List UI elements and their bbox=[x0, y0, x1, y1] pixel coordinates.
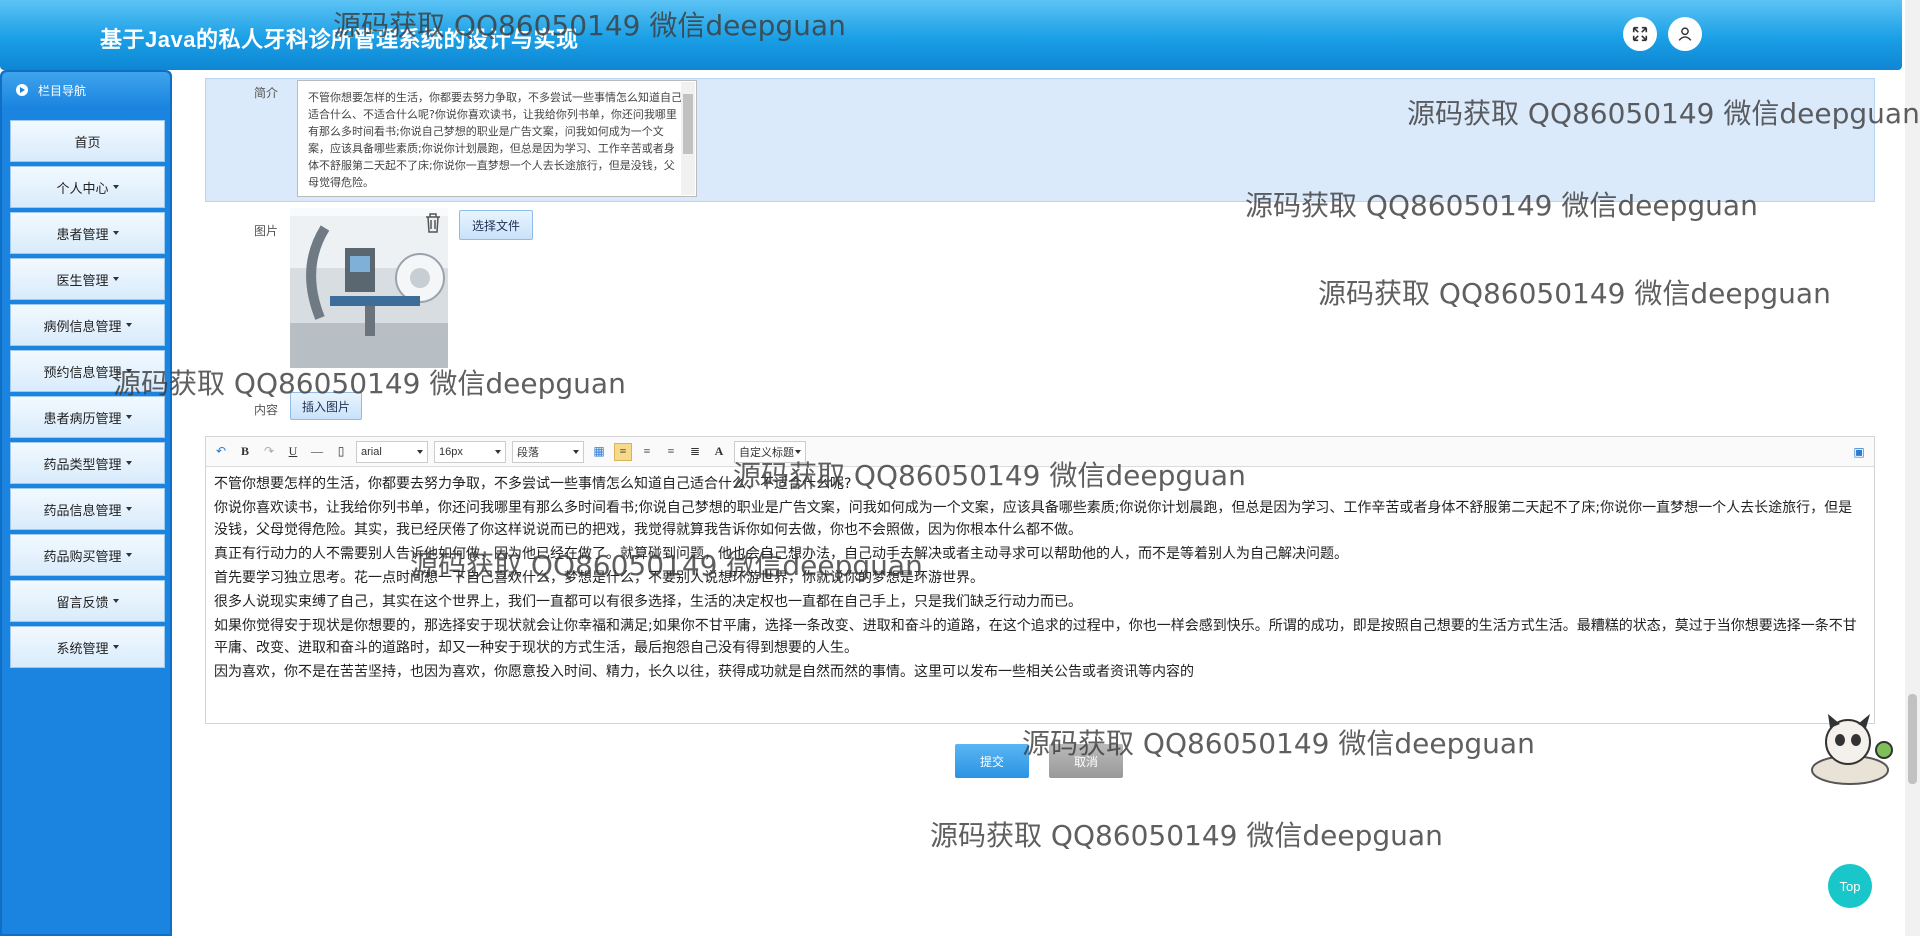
sidebar-item-drug-type-mgmt[interactable]: 药品类型管理 bbox=[10, 442, 165, 484]
app-title: 基于Java的私人牙科诊所管理系统的设计与实现 bbox=[100, 27, 579, 52]
intro-text: 不管你想要怎样的生活，你都要去努力争取，不多尝试一些事情怎么知道自己适合什么、不… bbox=[308, 91, 682, 189]
dropdown-arrow-icon bbox=[795, 449, 801, 454]
sidebar-item-drug-info-mgmt[interactable]: 药品信息管理 bbox=[10, 488, 165, 530]
caret-down-icon bbox=[112, 599, 119, 603]
delete-image-icon[interactable] bbox=[424, 212, 442, 234]
textarea-scrollbar[interactable] bbox=[681, 82, 695, 195]
editor-content[interactable]: 不管你想要怎样的生活，你都要去努力争取，不多尝试一些事情怎么知道自己适合什么、不… bbox=[206, 467, 1874, 691]
sidebar-item-patient-mgmt[interactable]: 患者管理 bbox=[10, 212, 165, 254]
paste-icon[interactable]: ▯ bbox=[332, 443, 350, 461]
sidebar-item-label: 药品信息管理 bbox=[43, 502, 122, 518]
sidebar-item-feedback[interactable]: 留言反馈 bbox=[10, 580, 165, 622]
intro-label: 简介 bbox=[254, 86, 279, 100]
sidebar-item-label: 药品类型管理 bbox=[43, 456, 122, 472]
sidebar-item-system-mgmt[interactable]: 系统管理 bbox=[10, 626, 165, 668]
back-to-top-button[interactable]: Top bbox=[1828, 864, 1872, 908]
align-center-icon[interactable]: ≡ bbox=[638, 443, 656, 461]
sidebar-item-label: 病例信息管理 bbox=[43, 318, 122, 334]
fullscreen-editor-icon[interactable]: ▣ bbox=[1850, 443, 1868, 461]
paragraph-value: 段落 bbox=[517, 446, 539, 459]
sidebar-item-label: 系统管理 bbox=[56, 640, 109, 656]
caret-down-icon bbox=[112, 185, 119, 189]
scrollbar-thumb[interactable] bbox=[683, 94, 693, 154]
caret-down-icon bbox=[112, 231, 119, 235]
page-scrollbar-thumb[interactable] bbox=[1908, 694, 1917, 784]
expand-icon bbox=[1632, 26, 1648, 42]
sidebar-item-label: 首页 bbox=[74, 134, 101, 150]
paragraph-select[interactable]: 段落 bbox=[512, 440, 584, 463]
app-header: 基于Java的私人牙科诊所管理系统的设计与实现 bbox=[0, 0, 1902, 70]
nav-arrow-icon bbox=[16, 84, 28, 96]
caret-down-icon bbox=[125, 507, 132, 511]
watermark: 源码获取 QQ86050149 微信deepguan bbox=[1318, 277, 1831, 310]
cancel-button[interactable]: 取消 bbox=[1049, 744, 1123, 778]
editor-toolbar: ↶ B ↷ U — ▯ arial 16px 段落 ▦ ≡ ≡ ≡ ≣ A 自定… bbox=[206, 437, 1874, 467]
watermark: 源码获取 QQ86050149 微信deepguan bbox=[113, 367, 626, 400]
sidebar-item-personal-center[interactable]: 个人中心 bbox=[10, 166, 165, 208]
sidebar-item-label: 患者病历管理 bbox=[43, 410, 122, 426]
sidebar-item-case-mgmt[interactable]: 病例信息管理 bbox=[10, 304, 165, 346]
custom-title-select[interactable]: 自定义标题 bbox=[734, 440, 806, 463]
font-family-value: arial bbox=[361, 445, 382, 458]
sidebar-item-doctor-mgmt[interactable]: 医生管理 bbox=[10, 258, 165, 300]
caret-down-icon bbox=[125, 415, 132, 419]
sidebar-item-label: 药品购买管理 bbox=[43, 548, 122, 564]
sidebar-item-label: 患者管理 bbox=[56, 226, 109, 242]
sidebar-item-label: 个人中心 bbox=[56, 180, 109, 196]
caret-down-icon bbox=[112, 645, 119, 649]
font-color-icon[interactable]: A bbox=[710, 443, 728, 461]
sidebar-heading: 栏目导航 bbox=[38, 83, 87, 98]
editor-paragraph: 真正有行动力的人不需要别人告诉他如何做，因为他已经在做了。就算碰到问题，他也会自… bbox=[214, 546, 1348, 562]
sidebar-item-medical-record-mgmt[interactable]: 患者病历管理 bbox=[10, 396, 165, 438]
sidebar-item-label: 预约信息管理 bbox=[43, 364, 122, 380]
page-scrollbar[interactable] bbox=[1905, 0, 1920, 936]
caret-down-icon bbox=[125, 323, 132, 327]
sidebar-item-label: 医生管理 bbox=[56, 272, 109, 288]
image-label: 图片 bbox=[254, 224, 279, 238]
sidebar-item-appointment-mgmt[interactable]: 预约信息管理 bbox=[10, 350, 165, 392]
custom-title-value: 自定义标题 bbox=[739, 446, 794, 459]
font-size-select[interactable]: 16px bbox=[434, 440, 506, 463]
redo-icon[interactable]: ↷ bbox=[260, 443, 278, 461]
fullscreen-button[interactable] bbox=[1623, 17, 1657, 51]
user-button[interactable] bbox=[1668, 17, 1702, 51]
font-size-value: 16px bbox=[439, 445, 463, 458]
intro-textarea[interactable]: 不管你想要怎样的生活，你都要去努力争取，不多尝试一些事情怎么知道自己适合什么、不… bbox=[297, 80, 697, 197]
editor-paragraph: 你说你喜欢读书，让我给你列书单，你还问我哪里有那么多时间看书;你说自己梦想的职业… bbox=[214, 500, 1853, 538]
caret-down-icon bbox=[125, 553, 132, 557]
align-justify-icon[interactable]: ≣ bbox=[686, 443, 704, 461]
sidebar-header: 栏目导航 bbox=[2, 72, 170, 108]
caret-down-icon bbox=[112, 277, 119, 281]
undo-icon[interactable]: ↶ bbox=[212, 443, 230, 461]
dropdown-arrow-icon bbox=[573, 449, 579, 454]
user-icon bbox=[1678, 27, 1692, 41]
submit-button[interactable]: 提交 bbox=[955, 744, 1029, 778]
editor-paragraph: 不管你想要怎样的生活，你都要去努力争取，不多尝试一些事情怎么知道自己适合什么、不… bbox=[214, 476, 852, 492]
sidebar-item-home[interactable]: 首页 bbox=[10, 120, 165, 162]
editor-paragraph: 如果你觉得安于现状是你想要的，那选择安于现状就会让你幸福和满足;如果你不甘平庸，… bbox=[214, 618, 1857, 656]
table-icon[interactable]: ▦ bbox=[590, 443, 608, 461]
sidebar-item-label: 留言反馈 bbox=[56, 594, 109, 610]
sidebar-item-drug-purchase-mgmt[interactable]: 药品购买管理 bbox=[10, 534, 165, 576]
watermark: 源码获取 QQ86050149 微信deepguan bbox=[930, 819, 1443, 852]
editor-paragraph: 首先要学习独立思考。花一点时间想一下自己喜欢什么，梦想是什么，不要别人说想环游世… bbox=[214, 570, 984, 586]
horizontal-rule-icon[interactable]: — bbox=[308, 443, 326, 461]
align-left-icon[interactable]: ≡ bbox=[614, 442, 632, 461]
underline-icon[interactable]: U bbox=[284, 443, 302, 461]
rich-text-editor[interactable]: ↶ B ↷ U — ▯ arial 16px 段落 ▦ ≡ ≡ ≡ ≣ A 自定… bbox=[205, 436, 1875, 724]
cat-mascot-icon bbox=[1811, 714, 1893, 785]
caret-down-icon bbox=[125, 461, 132, 465]
editor-paragraph: 因为喜欢，你不是在苦苦坚持，也因为喜欢，你愿意投入时间、精力，长久以往，获得成功… bbox=[214, 664, 1194, 680]
font-family-select[interactable]: arial bbox=[356, 440, 428, 463]
align-right-icon[interactable]: ≡ bbox=[662, 443, 680, 461]
choose-file-button[interactable]: 选择文件 bbox=[459, 210, 533, 240]
content-label: 内容 bbox=[254, 403, 279, 417]
bold-icon[interactable]: B bbox=[236, 443, 254, 461]
editor-paragraph: 很多人说现实束缚了自己，其实在这个世界上，我们一直都可以有很多选择，生活的决定权… bbox=[214, 594, 1082, 610]
insert-image-button[interactable]: 插入图片 bbox=[290, 392, 362, 420]
caret-down-icon bbox=[125, 369, 132, 373]
dropdown-arrow-icon bbox=[495, 449, 501, 454]
dropdown-arrow-icon bbox=[417, 449, 423, 454]
